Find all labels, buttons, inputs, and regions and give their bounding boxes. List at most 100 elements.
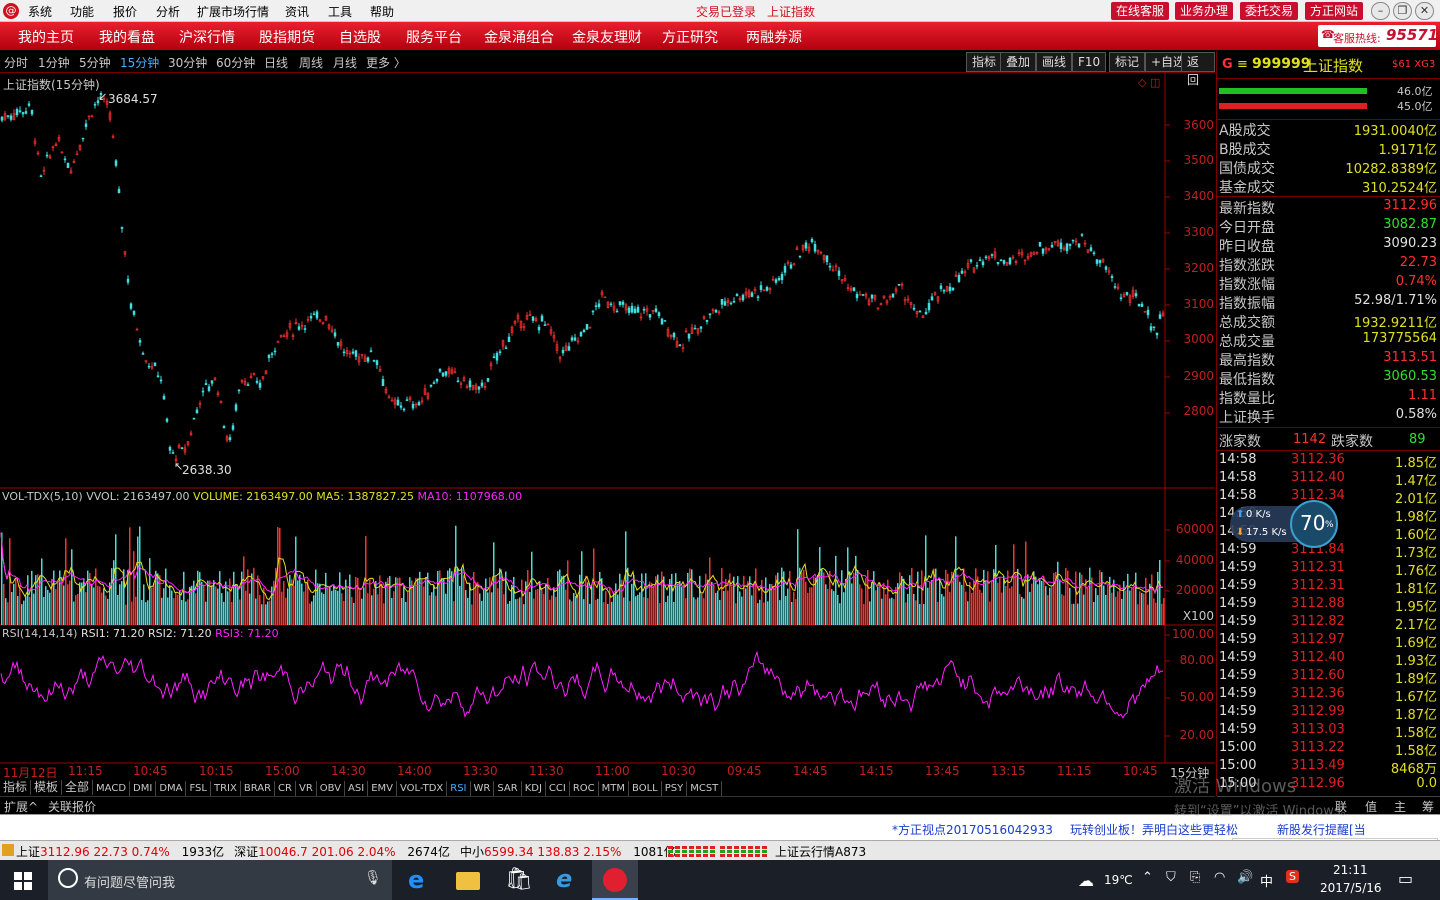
indicator-tab[interactable]: 指标 bbox=[0, 780, 32, 795]
period-week[interactable]: 周线 bbox=[299, 54, 323, 71]
menu-item-system[interactable]: 系统 bbox=[28, 3, 52, 20]
volume-icon[interactable]: 🔊 bbox=[1237, 870, 1253, 885]
clock-time[interactable]: 21:11 bbox=[1333, 863, 1368, 877]
quote-mode-icon[interactable]: G bbox=[1222, 57, 1233, 72]
indicator-tab[interactable]: VR bbox=[296, 781, 317, 796]
period-day[interactable]: 日线 bbox=[264, 54, 288, 71]
indicator-tab[interactable]: VOL-TDX bbox=[397, 781, 448, 796]
indicator-tab[interactable]: MACD bbox=[93, 781, 131, 796]
indicator-tab[interactable]: PSY bbox=[662, 781, 688, 796]
wifi-icon[interactable]: ◠ bbox=[1214, 870, 1225, 885]
windows-start-icon[interactable] bbox=[14, 872, 32, 890]
nav-item-watchlist[interactable]: 自选股 bbox=[339, 27, 381, 47]
file-explorer-icon[interactable] bbox=[456, 872, 480, 890]
f10-button[interactable]: F10 bbox=[1072, 52, 1107, 72]
overlay-button[interactable]: 叠加 bbox=[1000, 52, 1037, 72]
close-icon[interactable]: ✕ bbox=[1415, 2, 1434, 20]
indicator-tab[interactable]: ASI bbox=[345, 781, 369, 796]
taskbar-app-active[interactable] bbox=[592, 860, 638, 900]
nav-item-finance[interactable]: 金泉友理财 bbox=[572, 27, 642, 47]
clock-date[interactable]: 2017/5/16 bbox=[1320, 881, 1382, 895]
indicator-tab[interactable]: KDJ bbox=[522, 781, 546, 796]
indicator-tab[interactable]: FSL bbox=[186, 781, 211, 796]
indicator-tab[interactable]: 模板 bbox=[31, 780, 63, 795]
indicator-tab[interactable]: DMA bbox=[156, 781, 187, 796]
indicator-tab[interactable]: BRAR bbox=[241, 781, 276, 796]
index-quote[interactable]: 深证10046.7 201.06 2.04% 2674亿 bbox=[234, 845, 450, 859]
nav-item-margin[interactable]: 两融券源 bbox=[746, 27, 802, 47]
menu-item-help[interactable]: 帮助 bbox=[370, 3, 394, 20]
ie-icon[interactable]: e bbox=[556, 865, 572, 893]
cloud-quote-label[interactable]: 上证云行情A873 bbox=[775, 843, 866, 860]
edge-icon[interactable]: e bbox=[408, 866, 424, 894]
indicator-tab[interactable]: BOLL bbox=[629, 781, 662, 796]
chart-option-icon[interactable]: ◇ ◫ bbox=[1138, 76, 1160, 89]
indicator-tab[interactable]: 全部 bbox=[62, 780, 94, 795]
restore-icon[interactable]: ❐ bbox=[1393, 2, 1412, 20]
period-more[interactable]: 更多 〉 bbox=[366, 54, 406, 71]
online-service-button[interactable]: 在线客服 bbox=[1111, 2, 1170, 20]
index-ticker[interactable]: 上证3112.96 22.73 0.74% 1933亿 深证10046.7 201… bbox=[16, 843, 686, 860]
indicator-tab[interactable]: MCST bbox=[687, 781, 723, 796]
menu-item-function[interactable]: 功能 bbox=[70, 3, 94, 20]
period-15min[interactable]: 15分钟 bbox=[120, 54, 159, 71]
chart-area[interactable]: ↙↖ bbox=[0, 73, 1216, 781]
trade-button[interactable]: 委托交易 bbox=[1240, 2, 1299, 20]
menu-item-tools[interactable]: 工具 bbox=[328, 3, 352, 20]
extend-tab[interactable]: 扩展^ bbox=[4, 798, 38, 815]
nav-item-portfolio[interactable]: 金泉涌组合 bbox=[484, 27, 554, 47]
list-icon[interactable]: ≡ bbox=[1237, 57, 1248, 72]
panel-tab[interactable]: 主 bbox=[1394, 798, 1406, 815]
panel-tab[interactable]: 值 bbox=[1365, 798, 1377, 815]
indicator-tab[interactable]: ROC bbox=[570, 781, 599, 796]
minimize-icon[interactable]: – bbox=[1371, 2, 1390, 20]
mark-button[interactable]: 标记 bbox=[1109, 52, 1146, 72]
indicator-tab[interactable]: MTM bbox=[599, 781, 630, 796]
notification-icon[interactable]: ▭ bbox=[1398, 869, 1413, 888]
tray-expand-icon[interactable]: ⌃ bbox=[1142, 870, 1153, 885]
menu-item-extended-market[interactable]: 扩展市场行情 bbox=[197, 3, 269, 20]
sogou-tray-icon[interactable]: S bbox=[1286, 870, 1299, 883]
indicator-tab[interactable]: CR bbox=[275, 781, 296, 796]
period-60min[interactable]: 60分钟 bbox=[216, 54, 255, 71]
usb-icon[interactable]: ⎘ bbox=[1190, 870, 1200, 885]
nav-item-futures[interactable]: 股指期货 bbox=[259, 27, 315, 47]
search-box[interactable]: 有问题尽管问我 🎙 bbox=[48, 860, 392, 900]
nav-item-research[interactable]: 方正研究 bbox=[662, 27, 718, 47]
nav-item-home[interactable]: 我的主页 bbox=[18, 27, 74, 47]
nav-item-my-board[interactable]: 我的看盘 bbox=[99, 27, 155, 47]
back-button[interactable]: 返回 bbox=[1181, 52, 1215, 87]
menu-item-quote[interactable]: 报价 bbox=[113, 3, 137, 20]
indicator-tab[interactable]: WR bbox=[471, 781, 495, 796]
store-icon[interactable]: 🛍 bbox=[505, 867, 533, 892]
indicator-tab[interactable]: CCI bbox=[546, 781, 570, 796]
related-quote-tab[interactable]: 关联报价 bbox=[48, 798, 96, 815]
indicator-tab[interactable]: DMI bbox=[130, 781, 157, 796]
indicator-button[interactable]: 指标 bbox=[966, 52, 1003, 72]
business-button[interactable]: 业务办理 bbox=[1175, 2, 1234, 20]
nav-item-market[interactable]: 沪深行情 bbox=[179, 27, 235, 47]
weather-temp[interactable]: 19℃ bbox=[1104, 873, 1133, 887]
news-item[interactable]: *方正视点20170516042933 bbox=[892, 821, 1053, 838]
period-month[interactable]: 月线 bbox=[333, 54, 357, 71]
menu-item-analysis[interactable]: 分析 bbox=[156, 3, 180, 20]
indicator-tab[interactable]: RSI bbox=[447, 781, 471, 796]
menu-item-news[interactable]: 资讯 bbox=[285, 3, 309, 20]
website-button[interactable]: 方正网站 bbox=[1305, 2, 1364, 20]
period-5min[interactable]: 5分钟 bbox=[79, 54, 111, 71]
nav-item-service[interactable]: 服务平台 bbox=[406, 27, 462, 47]
index-quote[interactable]: 中小6599.34 138.83 2.15% 1081亿 bbox=[460, 845, 676, 859]
indicator-tab[interactable]: EMV bbox=[368, 781, 397, 796]
index-quote[interactable]: 上证3112.96 22.73 0.74% 1933亿 bbox=[16, 845, 224, 859]
indicator-tab[interactable]: SAR bbox=[494, 781, 522, 796]
weather-icon[interactable]: ☁ bbox=[1078, 871, 1094, 890]
panel-tab[interactable]: 筹 bbox=[1422, 798, 1434, 815]
draw-button[interactable]: 画线 bbox=[1036, 52, 1073, 72]
ime-indicator[interactable]: 中 bbox=[1260, 871, 1273, 890]
microphone-icon[interactable]: 🎙 bbox=[364, 870, 382, 886]
period-1min[interactable]: 1分钟 bbox=[38, 54, 70, 71]
period-timeshare[interactable]: 分时 bbox=[4, 54, 28, 71]
indicator-tab[interactable]: OBV bbox=[317, 781, 346, 796]
network-speed-widget[interactable]: ⬆ 0 K/s ⬇ 17.5 K/s 70 % bbox=[1230, 500, 1348, 548]
news-item[interactable]: 玩转创业板！弄明白这些更轻松 bbox=[1070, 821, 1238, 838]
